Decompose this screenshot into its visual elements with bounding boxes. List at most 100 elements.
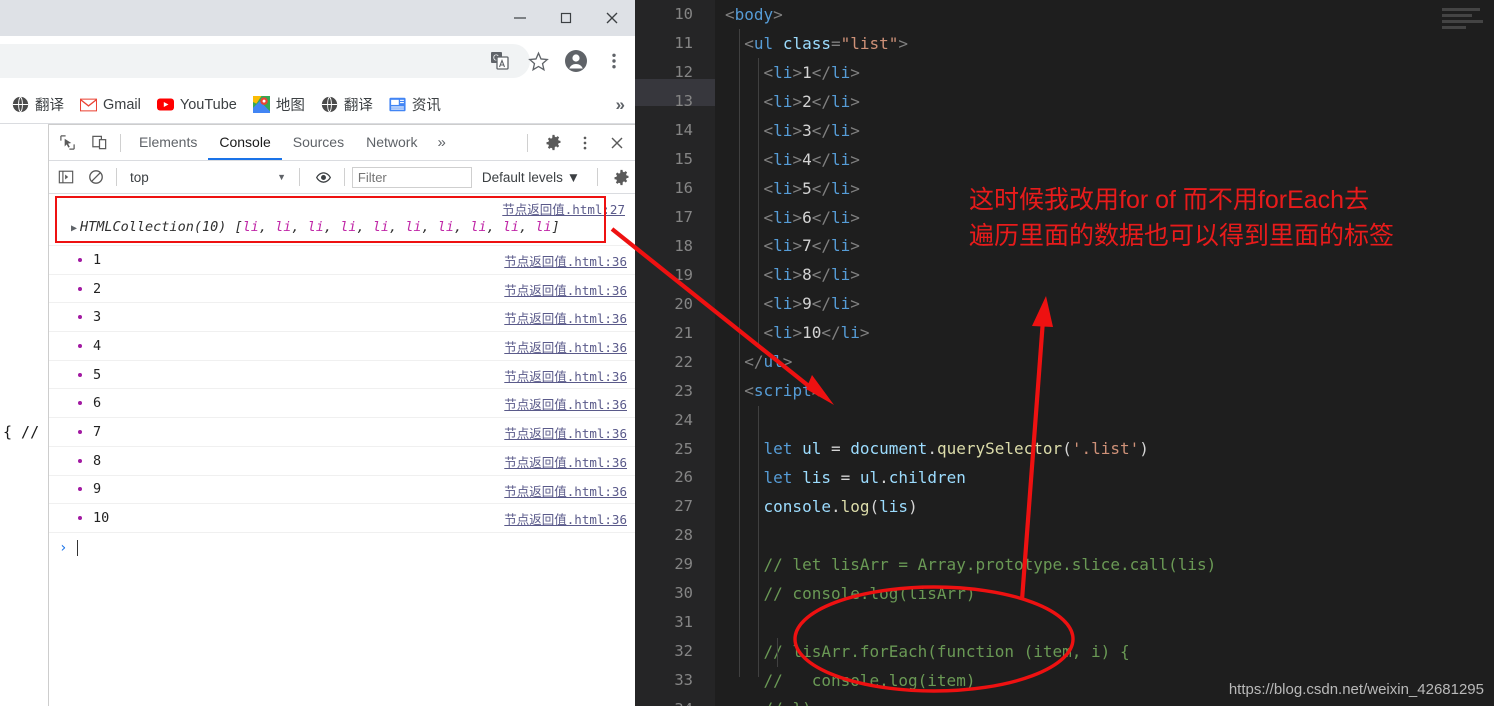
settings-gear-icon[interactable] [539, 129, 567, 157]
chrome-menu-icon[interactable] [599, 46, 629, 76]
bookmark-item-4[interactable]: 翻译 [313, 91, 381, 118]
console-row[interactable]: 5 节点返回值.html:36 [49, 361, 635, 390]
tab-console[interactable]: Console [208, 125, 281, 160]
execution-context-select[interactable]: top ▼ [124, 166, 292, 189]
console-row[interactable]: 8 节点返回值.html:36 [49, 447, 635, 476]
bookmark-star-icon[interactable] [523, 46, 553, 76]
code-token: = [830, 467, 860, 487]
tab-sources[interactable]: Sources [282, 125, 355, 160]
tab-elements[interactable]: Elements [128, 125, 208, 160]
console-source-link[interactable]: 节点返回值.html:36 [504, 394, 627, 413]
inspect-element-icon[interactable] [53, 129, 81, 157]
code-line-text: <li>2</li> [715, 92, 860, 111]
code-token: > [811, 381, 822, 401]
collection-item: li [372, 219, 389, 235]
code-line-text: <li>9</li> [715, 294, 860, 313]
code-line[interactable]: 19 <li>8</li> [674, 260, 1494, 289]
minimize-icon[interactable] [497, 0, 543, 36]
code-token: > [850, 236, 860, 256]
console-prompt[interactable]: › [49, 533, 635, 563]
code-line[interactable]: 15 <li>4</li> [674, 145, 1494, 174]
code-token: 2 [802, 91, 812, 111]
code-line[interactable]: 32 // lisArr.forEach(function (item, i) … [674, 637, 1494, 666]
log-levels-select[interactable]: Default levels ▼ [472, 170, 590, 185]
console-source-link[interactable]: 节点返回值.html:36 [504, 509, 627, 528]
code-token: > [850, 149, 860, 169]
address-bar[interactable] [0, 44, 530, 78]
code-line[interactable]: 20 <li>9</li> [674, 289, 1494, 318]
bookmark-item-1[interactable]: Gmail [72, 93, 149, 116]
code-line[interactable]: 12 <li>1</li> [674, 58, 1494, 87]
code-line[interactable]: 22 </ul> [674, 347, 1494, 376]
maximize-icon[interactable] [543, 0, 589, 36]
bookmark-item-0[interactable]: 翻译 [4, 91, 72, 118]
bookmark-item-5[interactable]: 资讯 [381, 91, 449, 118]
devtools-more-icon[interactable] [571, 129, 599, 157]
console-source-link[interactable]: 节点返回值.html:36 [504, 423, 627, 442]
console-row[interactable]: 6 节点返回值.html:36 [49, 389, 635, 419]
code-line[interactable]: 23 <script> [674, 376, 1494, 405]
console-output[interactable]: 节点返回值.html:27 ▶ HTMLCollection(10) [li, l… [49, 195, 635, 706]
console-entry-collection[interactable]: 节点返回值.html:27 ▶ HTMLCollection(10) [li, l… [49, 195, 635, 246]
code-token: let [763, 439, 793, 459]
clear-console-icon[interactable] [83, 163, 109, 191]
console-row[interactable]: 9 节点返回值.html:36 [49, 476, 635, 505]
devtools-tabbar-right [520, 129, 635, 157]
console-sidebar-icon[interactable] [53, 163, 79, 191]
code-line[interactable]: 27 console.log(lis) [674, 492, 1494, 521]
editor-minimap[interactable] [1442, 8, 1486, 46]
code-content[interactable]: 10 <body> 11 <ul class="list"> 12 <li>1</li… [674, 0, 1494, 706]
console-source-link[interactable]: 节点返回值.html:36 [504, 452, 627, 471]
line-number: 16 [674, 179, 693, 198]
bookmark-label: Gmail [103, 96, 141, 113]
bookmarks-overflow-icon[interactable]: » [616, 95, 635, 115]
filter-input[interactable] [351, 166, 472, 188]
code-line[interactable]: 21 <li>10</li> [674, 318, 1494, 347]
console-row[interactable]: 3 节点返回值.html:36 [49, 303, 635, 333]
code-line[interactable]: 24 [674, 405, 1494, 434]
console-source-link[interactable]: 节点返回值.html:27 [502, 199, 625, 218]
bookmark-item-2[interactable]: YouTube [149, 93, 245, 116]
line-number: 10 [674, 5, 693, 24]
translate-icon[interactable]: G [485, 46, 515, 76]
code-token: </ [811, 120, 831, 140]
code-token: li [773, 149, 793, 169]
console-settings-gear-icon[interactable] [609, 163, 635, 191]
device-toolbar-icon[interactable] [85, 129, 113, 157]
code-token: li [773, 294, 793, 314]
code-line[interactable]: 14 <li>3</li> [674, 116, 1494, 145]
console-source-link[interactable]: 节点返回值.html:36 [504, 337, 627, 356]
console-row-message: 3 [49, 309, 101, 325]
bookmark-item-3[interactable]: 地图 [245, 91, 313, 118]
code-line[interactable]: 13 <li>2</li> [674, 87, 1494, 116]
code-line[interactable]: 25 let ul = document.querySelector('.lis… [674, 434, 1494, 463]
console-source-link[interactable]: 节点返回值.html:36 [504, 481, 627, 500]
tabs-overflow-icon[interactable]: » [428, 134, 454, 151]
console-source-link[interactable]: 节点返回值.html:36 [504, 251, 627, 270]
console-row[interactable]: 1 节点返回值.html:36 [49, 246, 635, 275]
code-line[interactable]: 28 [674, 521, 1494, 550]
code-line[interactable]: 10 <body> [674, 0, 1494, 29]
profile-avatar-icon[interactable] [561, 46, 591, 76]
console-row[interactable]: 7 节点返回值.html:36 [49, 418, 635, 447]
tab-network[interactable]: Network [355, 125, 428, 160]
close-icon[interactable] [589, 0, 635, 36]
code-token: 1 [802, 62, 812, 82]
code-line[interactable]: 30 // console.log(lisArr) [674, 579, 1494, 608]
console-source-link[interactable]: 节点返回值.html:36 [504, 280, 627, 299]
console-row[interactable]: 10 节点返回值.html:36 [49, 504, 635, 533]
code-line[interactable]: 29 // let lisArr = Array.prototype.slice… [674, 550, 1494, 579]
code-line[interactable]: 11 <ul class="list"> [674, 29, 1494, 58]
console-row[interactable]: 2 节点返回值.html:36 [49, 275, 635, 304]
code-line[interactable]: 26 let lis = ul.children [674, 463, 1494, 492]
console-row[interactable]: 4 节点返回值.html:36 [49, 332, 635, 361]
devtools-close-icon[interactable] [603, 129, 631, 157]
live-expression-eye-icon[interactable] [311, 163, 337, 191]
code-line[interactable]: 31 [674, 608, 1494, 637]
code-token: document [850, 439, 928, 459]
code-token: // console.log(lisArr) [763, 583, 976, 603]
console-source-link[interactable]: 节点返回值.html:36 [504, 308, 627, 327]
console-source-link[interactable]: 节点返回值.html:36 [504, 366, 627, 385]
expander-triangle-icon[interactable]: ▶ [71, 223, 77, 234]
